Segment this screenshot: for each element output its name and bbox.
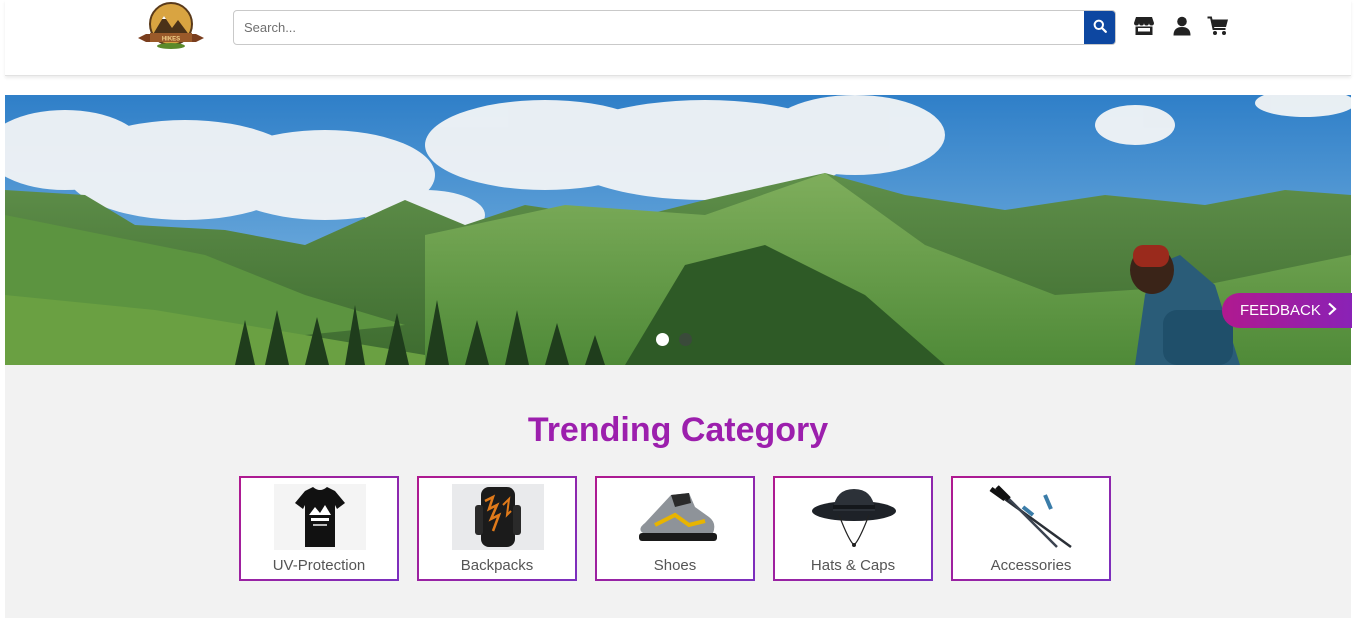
category-label: UV-Protection — [272, 557, 366, 574]
search-icon — [1093, 19, 1107, 36]
carousel-dot-1[interactable] — [656, 333, 669, 346]
shoe-image — [630, 484, 722, 550]
trending-section: Trending Category UV-Protection Backpack… — [5, 365, 1351, 618]
tshirt-image — [274, 484, 366, 550]
feedback-button[interactable]: FEEDBACK — [1222, 293, 1352, 328]
category-label: Shoes — [653, 557, 697, 574]
feedback-label: FEEDBACK — [1240, 302, 1321, 319]
carousel-indicators — [656, 333, 692, 346]
category-card-accessories[interactable]: Accessories — [951, 476, 1111, 581]
search-button[interactable] — [1084, 11, 1115, 44]
category-list: UV-Protection Backpacks Shoes Hats & Cap… — [239, 476, 1111, 581]
category-card-shoes[interactable]: Shoes — [595, 476, 755, 581]
logo-text: HIKES — [162, 37, 180, 43]
user-icon[interactable] — [1170, 14, 1194, 38]
site-header: HIKES — [5, 0, 1351, 76]
hero-banner[interactable] — [5, 95, 1351, 365]
category-label: Backpacks — [460, 557, 534, 574]
trekking-poles-image — [986, 484, 1078, 550]
search-input[interactable] — [234, 11, 1085, 44]
backpack-image — [452, 484, 544, 550]
store-icon[interactable] — [1132, 14, 1156, 38]
hero-landscape-image — [5, 95, 1351, 365]
category-card-uv-protection[interactable]: UV-Protection — [239, 476, 399, 581]
chevron-right-icon — [1327, 302, 1337, 320]
brand-logo[interactable]: HIKES — [136, 2, 206, 50]
category-label: Accessories — [990, 557, 1072, 574]
category-card-hats-caps[interactable]: Hats & Caps — [773, 476, 933, 581]
hat-image — [808, 484, 900, 550]
category-label: Hats & Caps — [810, 557, 896, 574]
search-bar — [233, 10, 1116, 45]
section-title: Trending Category — [527, 411, 829, 449]
cart-icon[interactable] — [1206, 14, 1230, 38]
category-card-backpacks[interactable]: Backpacks — [417, 476, 577, 581]
carousel-dot-2[interactable] — [679, 333, 692, 346]
